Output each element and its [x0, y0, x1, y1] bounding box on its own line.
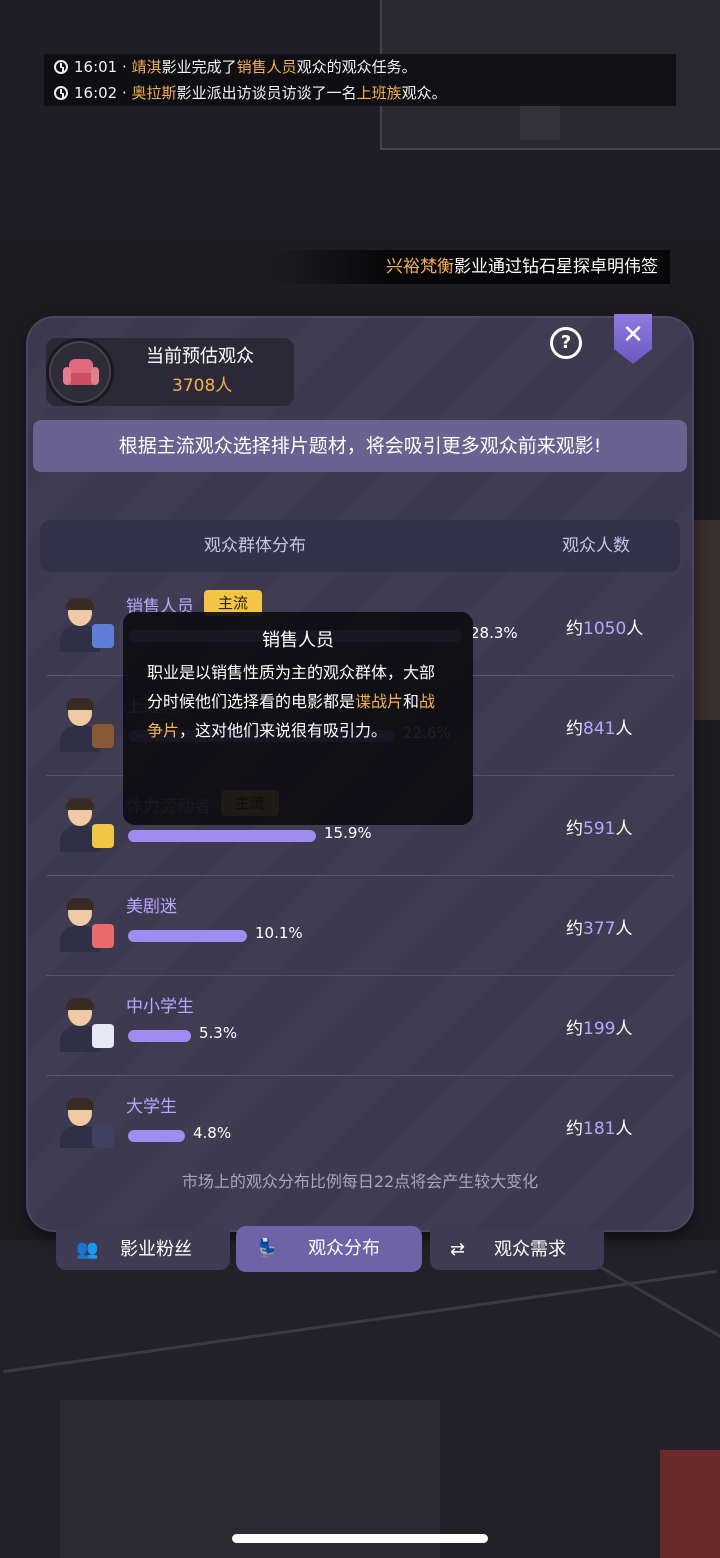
percent-label: 10.1%	[255, 924, 303, 942]
group-avatar-icon	[58, 698, 116, 754]
seat-icon: 💺	[256, 1238, 279, 1259]
estimate-value: 3708人	[172, 376, 233, 396]
percent-bar	[128, 1130, 185, 1142]
footer-note: 市场上的观众分布比例每日22点将会产生较大变化	[181, 1172, 539, 1191]
group-name: 大学生	[126, 1097, 177, 1117]
feed-item: 16:02 · 奥拉斯影业派出访谈员访谈了一名上班族观众。	[54, 80, 447, 106]
tab-audience-distribution[interactable]: 💺 观众分布	[236, 1226, 422, 1272]
tooltip-body: 职业是以销售性质为主的观众群体，大部分时候他们选择看的电影都是谍战片和战争片，这…	[147, 663, 436, 740]
close-icon: ✕	[622, 320, 644, 350]
group-avatar-icon	[58, 598, 116, 654]
help-button[interactable]: ?	[550, 327, 582, 359]
feed-item: 16:01 · 靖淇影业完成了销售人员观众的观众任务。	[54, 54, 417, 80]
group-tooltip: 销售人员 职业是以销售性质为主的观众群体，大部分时候他们选择看的电影都是谍战片和…	[123, 612, 473, 825]
tab-studio-fans[interactable]: 👥 影业粉丝	[56, 1230, 230, 1270]
audience-group-row[interactable]: 中小学生 5.3% 约199人	[46, 976, 674, 1076]
sofa-icon	[46, 338, 114, 406]
group-name: 美剧迷	[126, 897, 177, 917]
tooltip-title: 销售人员	[262, 630, 334, 651]
percent-label: 4.8%	[193, 1124, 232, 1142]
audience-count: 约1050人	[566, 619, 644, 639]
group-avatar-icon	[58, 798, 116, 854]
clock-icon	[54, 86, 68, 100]
home-indicator	[232, 1534, 488, 1543]
audience-group-row[interactable]: 大学生 4.8% 约181人	[46, 1076, 674, 1148]
tip-banner: 根据主流观众选择排片题材，将会吸引更多观众前来观影!	[33, 420, 687, 472]
estimate-title: 当前预估观众	[146, 346, 254, 367]
audience-count: 约181人	[566, 1119, 633, 1139]
table-header: 观众群体分布 观众人数	[40, 520, 680, 572]
percent-bar	[128, 830, 316, 842]
close-button[interactable]: ✕	[614, 314, 652, 364]
scrolling-announcement: 兴裕梵衡影业通过钻石星探卓明伟签	[270, 250, 670, 284]
audience-count: 约841人	[566, 719, 633, 739]
audience-count: 约199人	[566, 1019, 633, 1039]
fans-icon: 👥	[76, 1239, 99, 1260]
percent-label: 15.9%	[324, 824, 372, 842]
tab-audience-demand[interactable]: ⇄ 观众需求	[430, 1230, 604, 1270]
swap-icon: ⇄	[450, 1239, 466, 1260]
audience-count: 约591人	[566, 819, 633, 839]
news-feed: 16:01 · 靖淇影业完成了销售人员观众的观众任务。 16:02 · 奥拉斯影…	[44, 54, 676, 106]
group-avatar-icon	[58, 998, 116, 1054]
group-avatar-icon	[58, 1098, 116, 1148]
column-header-distribution: 观众群体分布	[204, 536, 306, 556]
group-name: 中小学生	[126, 997, 194, 1017]
group-avatar-icon	[58, 898, 116, 954]
percent-bar	[128, 930, 247, 942]
percent-label: 28.3%	[470, 624, 518, 642]
audience-count: 约377人	[566, 919, 633, 939]
percent-label: 5.3%	[199, 1024, 238, 1042]
clock-icon	[54, 60, 68, 74]
audience-group-row[interactable]: 美剧迷 10.1% 约377人	[46, 876, 674, 976]
percent-bar	[128, 1030, 191, 1042]
column-header-count: 观众人数	[562, 536, 630, 556]
